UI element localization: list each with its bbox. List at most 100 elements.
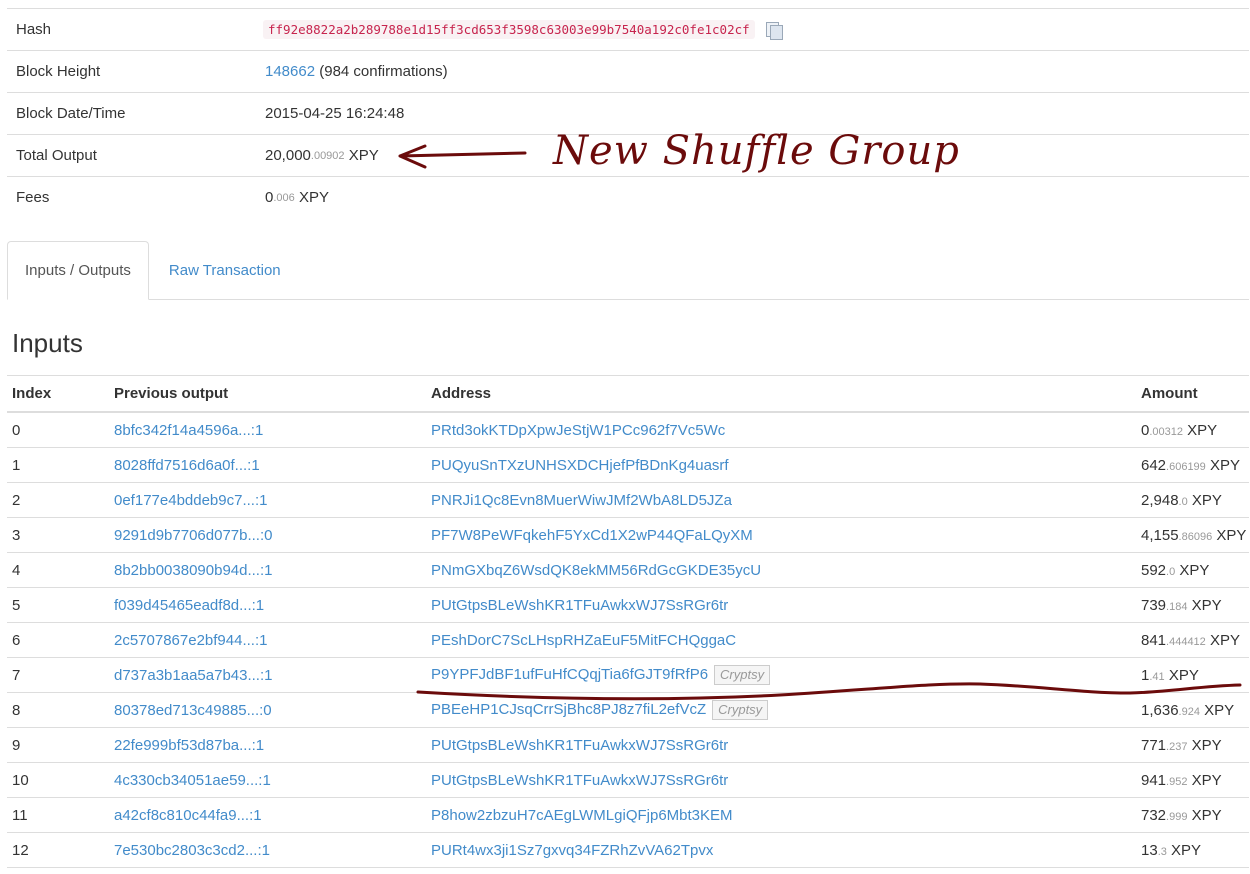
row-index: 7 [7, 657, 109, 693]
fees-value: 0.006 XPY [265, 189, 1249, 206]
amount-int: 592 [1141, 561, 1167, 579]
table-row: 11 a42cf8c810c44fa9...:1 P8how2zbzuH7cAEgL… [7, 797, 1249, 833]
hash-label: Hash [16, 21, 52, 38]
fees-unit: XPY [298, 189, 329, 206]
transaction-summary: Hash ff92e8822a2b289788e1d15ff3cd653f359… [7, 8, 1249, 218]
address-link[interactable]: P8how2zbzuH7cAEgLWMLgiQFjp6Mbt3KEM [431, 807, 733, 824]
address-link[interactable]: PBEeHP1CJsqCrrSjBhc8PJ8z7fiL2efVcZ [431, 701, 706, 718]
address-link[interactable]: PUtGtpsBLeWshKR1TFuAwkxWJ7SsRGr6tr [431, 772, 728, 789]
amount-cell: 841.444412 XPY [1136, 622, 1249, 658]
exchange-badge: Cryptsy [712, 700, 769, 720]
table-row: 7 d737a3b1aa5a7b43...:1 P9YPFJdBF1ufFuHfCQ… [7, 657, 1249, 693]
exchange-badge: Cryptsy [714, 665, 771, 685]
amount-cell: 771.237 XPY [1136, 727, 1249, 763]
total-output-dec: .00902 [310, 149, 345, 162]
amount-int: 771 [1141, 736, 1167, 754]
col-header-address: Address [426, 375, 1136, 413]
block-height-label: Block Height [16, 63, 101, 80]
amount-dec: .999 [1166, 810, 1188, 823]
total-output-unit: XPY [348, 147, 379, 164]
address-link[interactable]: PNmGXbqZ6WsdQK8ekMM56RdGcGKDE35ycU [431, 562, 761, 579]
tab-inputs-outputs[interactable]: Inputs / Outputs [7, 241, 149, 300]
amount-int: 4,155 [1141, 526, 1179, 544]
row-index: 12 [7, 832, 109, 868]
row-index: 10 [7, 762, 109, 798]
amount-int: 2,948 [1141, 491, 1179, 509]
hash-value: ff92e8822a2b289788e1d15ff3cd653f3598c630… [263, 20, 755, 39]
amount-cell: 642.606199 XPY [1136, 447, 1249, 483]
previous-output-link[interactable]: f039d45465eadf8d...:1 [114, 597, 264, 614]
amount-unit: XPY [1204, 701, 1235, 719]
amount-unit: XPY [1216, 526, 1247, 544]
table-row: 6 2c5707867e2bf944...:1 PEshDorC7ScLHspRHZ… [7, 622, 1249, 658]
annotation-new-shuffle-group: New Shuffle Group [553, 128, 960, 174]
block-height-row: Block Height 148662 (984 confirmations) [7, 51, 1249, 93]
table-row: 10 4c330cb34051ae59...:1 PUtGtpsBLeWshKR1T… [7, 762, 1249, 798]
previous-output-link[interactable]: 2c5707867e2bf944...:1 [114, 632, 267, 649]
amount-int: 1,636 [1141, 701, 1179, 719]
row-index: 0 [7, 412, 109, 448]
amount-dec: .0 [1166, 565, 1176, 578]
previous-output-link[interactable]: 8b2bb0038090b94d...:1 [114, 562, 273, 579]
amount-dec: .86096 [1178, 530, 1213, 543]
amount-unit: XPY [1191, 736, 1222, 754]
amount-unit: XPY [1191, 596, 1222, 614]
table-row: 12 7e530bc2803c3cd2...:1 PURt4wx3ji1Sz7gxv… [7, 832, 1249, 868]
amount-cell: 4,155.86096 XPY [1136, 517, 1249, 553]
amount-cell: 2,948.0 XPY [1136, 482, 1249, 518]
amount-unit: XPY [1179, 561, 1210, 579]
col-header-index: Index [7, 375, 109, 413]
address-link[interactable]: PURt4wx3ji1Sz7gxvq34FZRhZvVA62Tpvx [431, 842, 713, 859]
block-height-link[interactable]: 148662 [265, 63, 315, 80]
amount-dec: .444412 [1166, 635, 1206, 648]
amount-cell: 941.952 XPY [1136, 762, 1249, 798]
previous-output-link[interactable]: 4c330cb34051ae59...:1 [114, 772, 271, 789]
previous-output-link[interactable]: 22fe999bf53d87ba...:1 [114, 737, 264, 754]
fees-row: Fees 0.006 XPY [7, 177, 1249, 218]
address-link[interactable]: PUtGtpsBLeWshKR1TFuAwkxWJ7SsRGr6tr [431, 737, 728, 754]
block-datetime-label: Block Date/Time [16, 105, 126, 122]
col-header-previous-output: Previous output [109, 375, 426, 413]
previous-output-link[interactable]: 0ef177e4bddeb9c7...:1 [114, 492, 267, 509]
fees-dec: .006 [273, 191, 295, 204]
amount-unit: XPY [1191, 806, 1222, 824]
copy-icon[interactable] [765, 21, 783, 40]
amount-cell: 732.999 XPY [1136, 797, 1249, 833]
total-output-int: 20,000 [265, 147, 311, 164]
amount-unit: XPY [1191, 771, 1222, 789]
previous-output-link[interactable]: 7e530bc2803c3cd2...:1 [114, 842, 270, 859]
previous-output-link[interactable]: 80378ed713c49885...:0 [114, 702, 272, 719]
address-link[interactable]: P9YPFJdBF1ufFuHfCQqjTia6fGJT9fRfP6 [431, 666, 708, 683]
previous-output-link[interactable]: 8bfc342f14a4596a...:1 [114, 422, 263, 439]
previous-output-link[interactable]: 9291d9b7706d077b...:0 [114, 527, 273, 544]
row-index: 4 [7, 552, 109, 588]
amount-int: 841 [1141, 631, 1167, 649]
previous-output-link[interactable]: a42cf8c810c44fa9...:1 [114, 807, 262, 824]
address-link[interactable]: PNRJi1Qc8Evn8MuerWiwJMf2WbA8LD5JZa [431, 492, 732, 509]
amount-dec: .00312 [1149, 425, 1183, 438]
row-index: 5 [7, 587, 109, 623]
previous-output-link[interactable]: d737a3b1aa5a7b43...:1 [114, 667, 273, 684]
amount-int: 732 [1141, 806, 1167, 824]
address-link[interactable]: PF7W8PeWFqkehF5YxCd1X2wP44QFaLQyXM [431, 527, 753, 544]
address-link[interactable]: PRtd3okKTDpXpwJeStjW1PCc962f7Vc5Wc [431, 422, 725, 439]
amount-unit: XPY [1191, 491, 1222, 509]
tab-bar: Inputs / Outputs Raw Transaction [7, 241, 1249, 300]
amount-cell: 592.0 XPY [1136, 552, 1249, 588]
amount-unit: XPY [1187, 421, 1218, 439]
tab-raw-transaction[interactable]: Raw Transaction [152, 241, 298, 299]
address-link[interactable]: PUtGtpsBLeWshKR1TFuAwkxWJ7SsRGr6tr [431, 597, 728, 614]
address-link[interactable]: PEshDorC7ScLHspRHZaEuF5MitFCHQggaC [431, 632, 736, 649]
row-index: 11 [7, 797, 109, 833]
table-row: 5 f039d45465eadf8d...:1 PUtGtpsBLeWshKR1TF… [7, 587, 1249, 623]
amount-unit: XPY [1209, 631, 1240, 649]
table-row: 0 8bfc342f14a4596a...:1 PRtd3okKTDpXpwJeSt… [7, 412, 1249, 448]
address-link[interactable]: PUQyuSnTXzUNHSXDCHjefPfBDnKg4uasrf [431, 457, 729, 474]
previous-output-link[interactable]: 8028ffd7516d6a0f...:1 [114, 457, 260, 474]
amount-dec: .0 [1178, 495, 1188, 508]
inputs-body: 0 8bfc342f14a4596a...:1 PRtd3okKTDpXpwJeSt… [7, 412, 1249, 868]
amount-cell: 0.00312 XPY [1136, 412, 1249, 448]
inputs-header-row: Index Previous output Address Amount [7, 375, 1249, 413]
total-output-label: Total Output [16, 147, 97, 164]
block-datetime-value: 2015-04-25 16:24:48 [265, 105, 405, 122]
